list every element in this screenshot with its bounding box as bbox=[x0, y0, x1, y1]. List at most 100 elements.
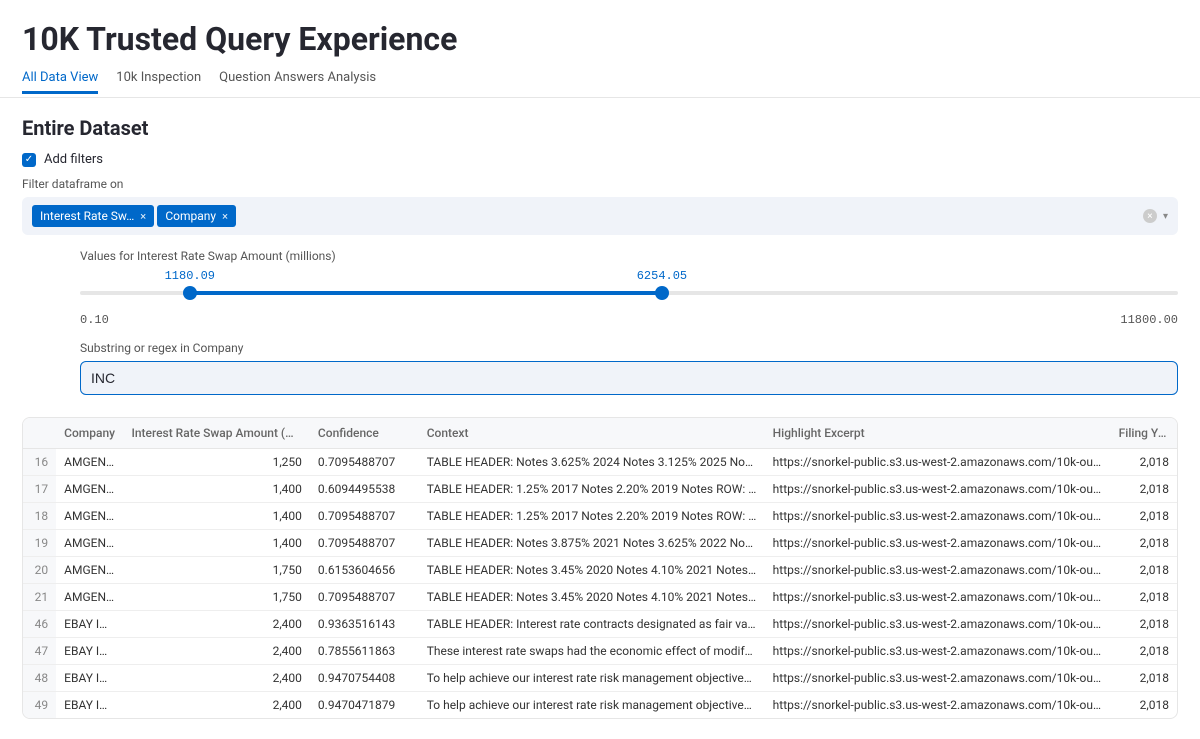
cell: 2,018 bbox=[1111, 449, 1177, 476]
cell: TABLE HEADER: Notes 3.875% 2021 Notes 3.… bbox=[419, 530, 765, 557]
cell: AMGEN INC bbox=[56, 557, 123, 584]
cell: 0.7095488707 bbox=[310, 449, 419, 476]
cell: 1,400 bbox=[123, 503, 309, 530]
cell: To help achieve our interest rate risk m… bbox=[419, 692, 765, 719]
column-header[interactable] bbox=[23, 418, 56, 449]
cell: 1,750 bbox=[123, 557, 309, 584]
cell: 2,018 bbox=[1111, 476, 1177, 503]
cell: 2,018 bbox=[1111, 557, 1177, 584]
cell: 0.7095488707 bbox=[310, 584, 419, 611]
filter-chip-bar[interactable]: Interest Rate Sw… × Company × × ▾ bbox=[22, 197, 1178, 235]
cell: 2,018 bbox=[1111, 692, 1177, 719]
cell: 0.7095488707 bbox=[310, 503, 419, 530]
filter-chip[interactable]: Company × bbox=[157, 205, 236, 227]
tab-question-answers-analysis[interactable]: Question Answers Analysis bbox=[219, 70, 376, 91]
cell: https://snorkel-public.s3.us-west-2.amaz… bbox=[765, 665, 1111, 692]
cell: AMGEN INC bbox=[56, 449, 123, 476]
cell: AMGEN INC bbox=[56, 476, 123, 503]
cell: 48 bbox=[23, 665, 56, 692]
company-regex-input[interactable] bbox=[80, 361, 1178, 395]
cell: TABLE HEADER: Interest rate contracts de… bbox=[419, 611, 765, 638]
slider-fill bbox=[190, 291, 662, 295]
table-row[interactable]: 18AMGEN INC1,4000.7095488707TABLE HEADER… bbox=[23, 503, 1177, 530]
cell: 46 bbox=[23, 611, 56, 638]
cell: EBAY INC bbox=[56, 638, 123, 665]
cell: https://snorkel-public.s3.us-west-2.amaz… bbox=[765, 503, 1111, 530]
cell: 1,400 bbox=[123, 476, 309, 503]
close-icon[interactable]: × bbox=[140, 210, 146, 223]
cell: 21 bbox=[23, 584, 56, 611]
cell: 2,018 bbox=[1111, 638, 1177, 665]
tab-10k-inspection[interactable]: 10k Inspection bbox=[116, 70, 201, 91]
column-header[interactable]: Highlight Excerpt bbox=[765, 418, 1111, 449]
cell: These interest rate swaps had the econom… bbox=[419, 638, 765, 665]
column-header[interactable]: Confidence bbox=[310, 418, 419, 449]
table-row[interactable]: 47EBAY INC2,4000.7855611863These interes… bbox=[23, 638, 1177, 665]
cell: 2,018 bbox=[1111, 584, 1177, 611]
cell: EBAY INC bbox=[56, 611, 123, 638]
table-row[interactable]: 19AMGEN INC1,4000.7095488707TABLE HEADER… bbox=[23, 530, 1177, 557]
add-filters-checkbox[interactable]: ✓ bbox=[22, 153, 36, 167]
table-row[interactable]: 17AMGEN INC1,4000.6094495538TABLE HEADER… bbox=[23, 476, 1177, 503]
range-slider[interactable]: 1180.09 6254.05 bbox=[80, 273, 1178, 307]
cell: https://snorkel-public.s3.us-west-2.amaz… bbox=[765, 692, 1111, 719]
cell: 0.9470471879 bbox=[310, 692, 419, 719]
cell: 19 bbox=[23, 530, 56, 557]
cell: https://snorkel-public.s3.us-west-2.amaz… bbox=[765, 557, 1111, 584]
cell: 49 bbox=[23, 692, 56, 719]
cell: AMGEN INC bbox=[56, 503, 123, 530]
chip-label: Interest Rate Sw… bbox=[40, 209, 134, 223]
cell: AMGEN INC bbox=[56, 530, 123, 557]
column-header[interactable]: Interest Rate Swap Amount (millions) bbox=[123, 418, 309, 449]
cell: 0.6094495538 bbox=[310, 476, 419, 503]
cell: https://snorkel-public.s3.us-west-2.amaz… bbox=[765, 530, 1111, 557]
cell: TABLE HEADER: 1.25% 2017 Notes 2.20% 201… bbox=[419, 503, 765, 530]
cell: 16 bbox=[23, 449, 56, 476]
cell: 2,018 bbox=[1111, 665, 1177, 692]
filter-chip[interactable]: Interest Rate Sw… × bbox=[32, 205, 154, 227]
table-row[interactable]: 21AMGEN INC1,7500.7095488707TABLE HEADER… bbox=[23, 584, 1177, 611]
tab-bar: All Data View 10k Inspection Question Answ… bbox=[0, 70, 1200, 98]
cell: 47 bbox=[23, 638, 56, 665]
column-header[interactable]: Filing Year bbox=[1111, 418, 1177, 449]
cell: https://snorkel-public.s3.us-west-2.amaz… bbox=[765, 611, 1111, 638]
table-row[interactable]: 48EBAY INC2,4000.9470754408To help achie… bbox=[23, 665, 1177, 692]
slider-handle-high[interactable] bbox=[655, 286, 669, 300]
table-row[interactable]: 49EBAY INC2,4000.9470471879To help achie… bbox=[23, 692, 1177, 719]
slider-min: 0.10 bbox=[80, 313, 109, 327]
section-title: Entire Dataset bbox=[0, 98, 1200, 148]
cell: TABLE HEADER: Notes 3.625% 2024 Notes 3.… bbox=[419, 449, 765, 476]
column-header[interactable]: Context bbox=[419, 418, 765, 449]
table-row[interactable]: 20AMGEN INC1,7500.6153604656TABLE HEADER… bbox=[23, 557, 1177, 584]
cell: 2,018 bbox=[1111, 611, 1177, 638]
cell: https://snorkel-public.s3.us-west-2.amaz… bbox=[765, 638, 1111, 665]
cell: AMGEN INC bbox=[56, 584, 123, 611]
table-row[interactable]: 46EBAY INC2,4000.9363516143TABLE HEADER:… bbox=[23, 611, 1177, 638]
clear-all-icon[interactable]: × bbox=[1143, 209, 1157, 223]
cell: 2,400 bbox=[123, 665, 309, 692]
slider-high-value: 6254.05 bbox=[637, 269, 687, 283]
cell: 2,018 bbox=[1111, 530, 1177, 557]
chevron-down-icon[interactable]: ▾ bbox=[1163, 211, 1168, 222]
cell: 18 bbox=[23, 503, 56, 530]
column-header[interactable]: Company bbox=[56, 418, 123, 449]
cell: https://snorkel-public.s3.us-west-2.amaz… bbox=[765, 449, 1111, 476]
slider-low-value: 1180.09 bbox=[165, 269, 215, 283]
add-filters-label: Add filters bbox=[44, 152, 103, 167]
tab-all-data-view[interactable]: All Data View bbox=[22, 70, 98, 94]
cell: TABLE HEADER: Notes 3.45% 2020 Notes 4.1… bbox=[419, 557, 765, 584]
close-icon[interactable]: × bbox=[222, 210, 228, 223]
cell: 0.9470754408 bbox=[310, 665, 419, 692]
cell: 2,400 bbox=[123, 611, 309, 638]
cell: 0.9363516143 bbox=[310, 611, 419, 638]
cell: To help achieve our interest rate risk m… bbox=[419, 665, 765, 692]
chip-label: Company bbox=[165, 209, 216, 223]
table-row[interactable]: 16AMGEN INC1,2500.7095488707TABLE HEADER… bbox=[23, 449, 1177, 476]
filter-prompt: Filter dataframe on bbox=[0, 177, 1200, 195]
cell: https://snorkel-public.s3.us-west-2.amaz… bbox=[765, 584, 1111, 611]
cell: 20 bbox=[23, 557, 56, 584]
data-table: CompanyInterest Rate Swap Amount (millio… bbox=[22, 417, 1178, 719]
cell: EBAY INC bbox=[56, 692, 123, 719]
slider-handle-low[interactable] bbox=[183, 286, 197, 300]
cell: 2,400 bbox=[123, 638, 309, 665]
